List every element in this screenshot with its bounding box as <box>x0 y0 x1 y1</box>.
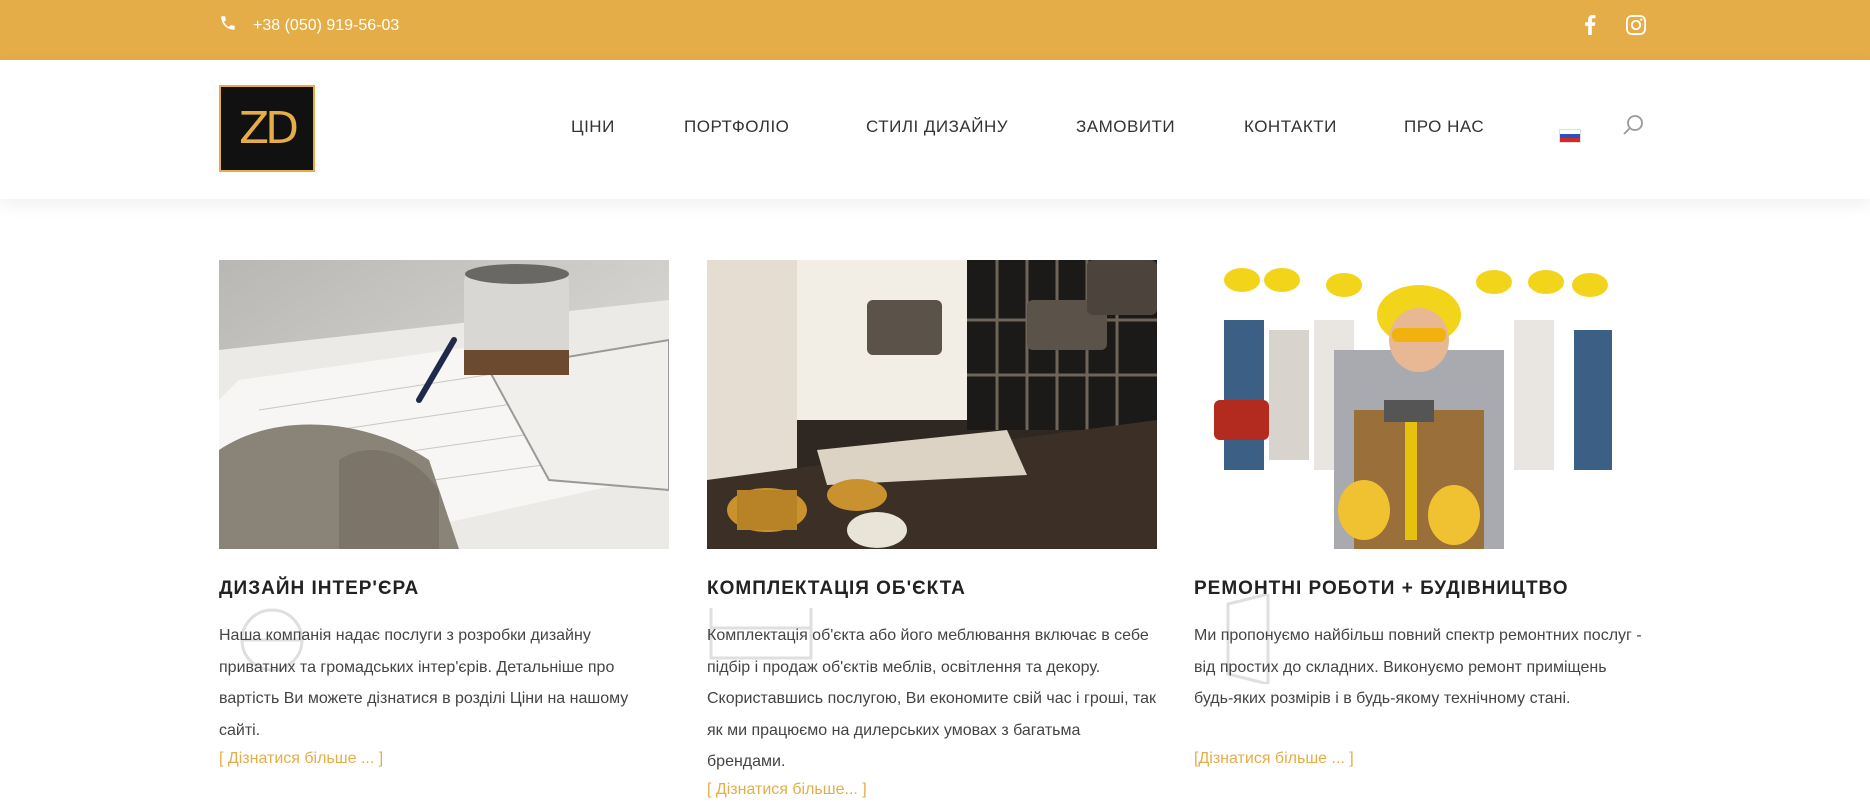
phone-number[interactable]: +38 (050) 919-56-03 <box>253 17 399 35</box>
card-title-object-equipment: КОМПЛЕКТАЦІЯ ОБ'ЄКТА <box>707 578 966 599</box>
card-title-interior-design: ДИЗАЙН ІНТЕР'ЄРА <box>219 578 420 599</box>
learn-more-link-interior-design[interactable]: [ Дізнатися більше ... ] <box>219 750 383 768</box>
phone-contact[interactable]: +38 (050) 919-56-03 <box>219 14 399 37</box>
repair-construction-image[interactable] <box>1194 260 1644 549</box>
nav-item-prices[interactable]: ЦІНИ <box>571 117 615 137</box>
nav-item-about[interactable]: ПРО НАС <box>1404 117 1484 137</box>
learn-more-link-object-equipment[interactable]: [ Дізнатися більше... ] <box>707 781 867 799</box>
nav-item-portfolio[interactable]: ПОРТФОЛІО <box>684 117 789 137</box>
card-text-repair-construction: Ми пропонуємо найбільш повний спектр рем… <box>1194 627 1642 707</box>
interior-design-image[interactable] <box>219 260 669 549</box>
instagram-icon[interactable] <box>1626 14 1646 36</box>
card-text-object-equipment: Комплектація об'єкта або його меблювання… <box>707 627 1157 770</box>
russian-flag-icon[interactable] <box>1559 129 1581 143</box>
learn-more-link-repair-construction[interactable]: [Дізнатися більше ... ] <box>1194 750 1354 768</box>
nav-item-design-styles[interactable]: СТИЛІ ДИЗАЙНУ <box>866 117 1008 137</box>
card-text-interior-design: Наша компанія надає послуги з розробки д… <box>219 627 629 739</box>
object-equipment-image[interactable] <box>707 260 1157 549</box>
nav-item-order[interactable]: ЗАМОВИТИ <box>1076 117 1175 137</box>
search-icon[interactable] <box>1621 113 1645 137</box>
top-bar: +38 (050) 919-56-03 <box>0 0 1870 60</box>
nav-item-contacts[interactable]: КОНТАКТИ <box>1244 117 1337 137</box>
social-links <box>1580 14 1646 36</box>
main-nav: ЦІНИ ПОРТФОЛІО СТИЛІ ДИЗАЙНУ ЗАМОВИТИ КО… <box>0 117 1870 141</box>
main-header: ZD ЦІНИ ПОРТФОЛІО СТИЛІ ДИЗАЙНУ ЗАМОВИТИ… <box>0 60 1870 199</box>
phone-icon <box>219 14 237 37</box>
facebook-icon[interactable] <box>1580 14 1600 36</box>
